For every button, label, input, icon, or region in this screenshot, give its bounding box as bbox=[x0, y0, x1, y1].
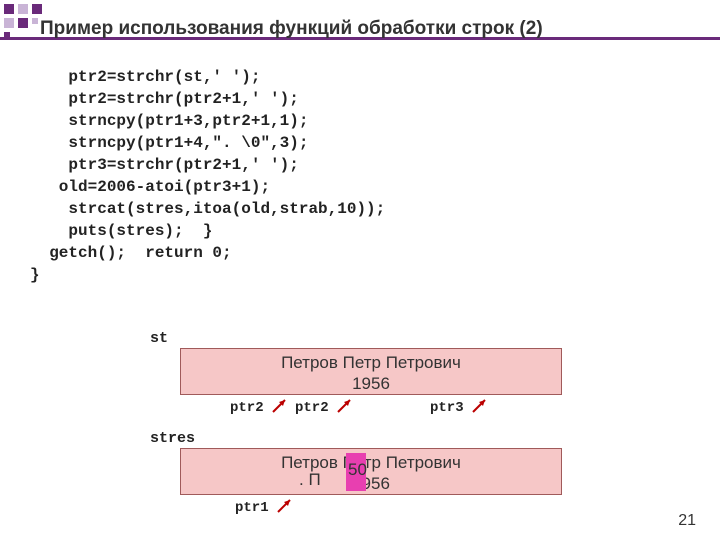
code-block: ptr2=strchr(st,' '); ptr2=strchr(ptr2+1,… bbox=[30, 66, 385, 286]
stres-text-line1: Петров Петр Петрович bbox=[181, 452, 561, 473]
overlay-num: 50 bbox=[348, 461, 367, 478]
label-st: st bbox=[150, 330, 168, 347]
label-stres: stres bbox=[150, 430, 195, 447]
page-number: 21 bbox=[678, 512, 696, 530]
arrow-ptr3 bbox=[468, 396, 490, 416]
st-text-line2: 1956 bbox=[181, 373, 561, 394]
stres-text-line2: 1956 bbox=[181, 473, 561, 494]
label-ptr2a: ptr2 bbox=[230, 400, 264, 416]
label-ptr2b: ptr2 bbox=[295, 400, 329, 416]
box-st: Петров Петр Петрович 1956 bbox=[180, 348, 562, 395]
arrow-ptr2b bbox=[333, 396, 355, 416]
arrow-ptr1 bbox=[273, 496, 295, 516]
st-text-line1: Петров Петр Петрович bbox=[181, 352, 561, 373]
label-ptr3: ptr3 bbox=[430, 400, 464, 416]
box-stres: Петров Петр Петрович 1956 . П 50 bbox=[180, 448, 562, 495]
overlay-dot: . П bbox=[299, 469, 321, 490]
slide-title: Пример использования функций обработки с… bbox=[40, 18, 543, 40]
label-ptr1: ptr1 bbox=[235, 500, 269, 516]
arrow-ptr2a bbox=[268, 396, 290, 416]
